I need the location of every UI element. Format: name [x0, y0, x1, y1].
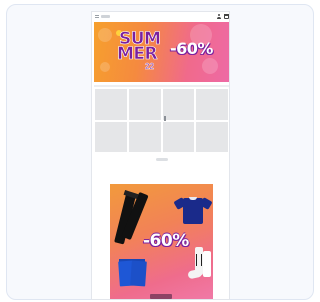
product-tile[interactable]	[95, 89, 127, 120]
product-tile[interactable]	[128, 89, 161, 120]
product-grid	[95, 89, 228, 152]
hamburger-menu-icon[interactable]	[95, 15, 99, 18]
promo-caption-bar[interactable]	[150, 294, 172, 299]
summer-headline: SUM MER 22	[116, 25, 166, 77]
product-tile[interactable]	[196, 89, 228, 120]
hero-discount-label: -60%	[170, 39, 213, 58]
store-logo[interactable]	[101, 15, 110, 18]
t-shirt-image	[183, 198, 203, 224]
promo-discount-label: -60%	[143, 231, 189, 251]
sock-stripes	[196, 254, 202, 266]
headline-line-2: MER	[117, 44, 158, 64]
shopping-bag-icon[interactable]	[224, 14, 229, 19]
product-tile[interactable]	[162, 121, 195, 152]
sock-foot	[187, 268, 203, 280]
product-tile[interactable]	[128, 121, 161, 152]
top-navigation-bar	[92, 12, 229, 21]
product-tile[interactable]	[196, 121, 228, 152]
mobile-page-preview[interactable]: SUM MER 22 -60% -60%	[91, 11, 230, 300]
headline-year: 22	[145, 62, 154, 71]
shorts-image	[130, 260, 147, 287]
summer-sale-hero-banner[interactable]: SUM MER 22 -60%	[94, 22, 229, 82]
carousel-pager[interactable]	[156, 158, 168, 161]
product-tile[interactable]	[162, 89, 195, 120]
sportswear-promo-banner[interactable]: -60%	[110, 184, 213, 299]
banner-decor-bubble	[98, 28, 112, 42]
banner-decor-bubble	[100, 62, 110, 72]
banner-decor-bubble	[202, 58, 218, 74]
product-tile[interactable]	[95, 121, 127, 152]
socks-image	[203, 251, 211, 277]
slider-divider	[94, 85, 229, 87]
text-cursor-icon	[164, 116, 166, 121]
user-icon[interactable]	[217, 14, 221, 19]
